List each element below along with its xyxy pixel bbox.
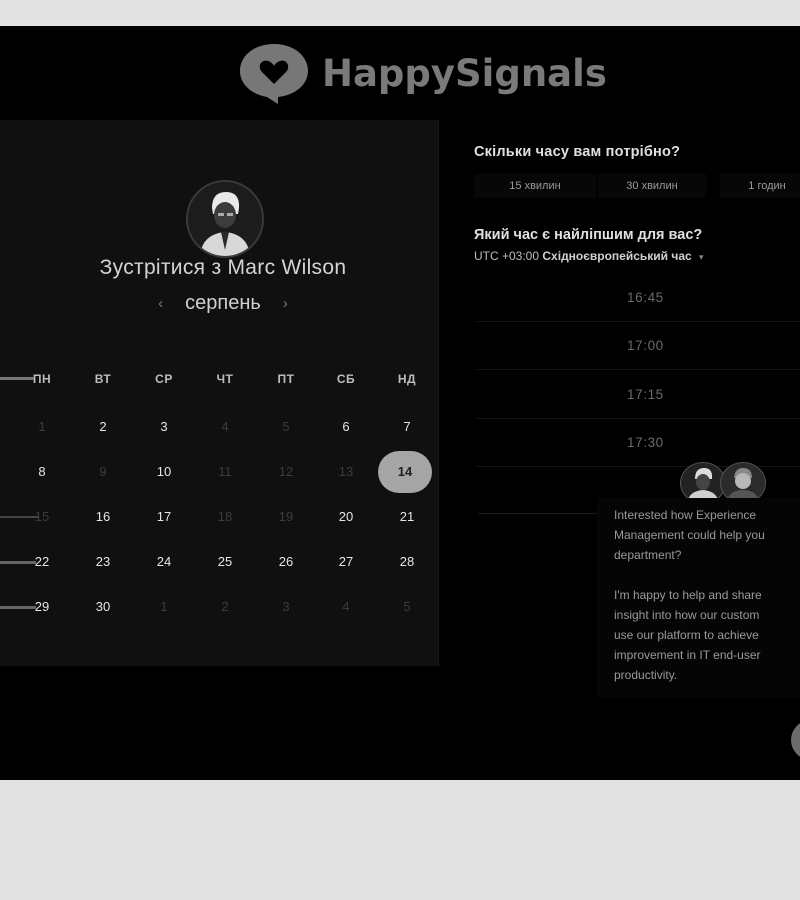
calendar-day: 5 [282, 419, 290, 434]
chat-agents [680, 462, 766, 504]
brand-logo: HappySignals [234, 40, 607, 106]
calendar-day: 13 [338, 464, 354, 479]
calendar-day[interactable]: 30 [75, 587, 131, 627]
time-slot[interactable]: 16:45 [476, 274, 800, 322]
calendar-day[interactable]: 8 [14, 452, 70, 492]
divider [478, 513, 598, 514]
month-navigator: ‹ серпень › [0, 292, 446, 315]
time-slot[interactable]: 17:00 [476, 322, 800, 370]
calendar-day[interactable]: 27 [318, 542, 374, 582]
calendar-day[interactable]: 6 [318, 407, 374, 447]
caret-down-icon: ▾ [699, 252, 704, 262]
calendar-day: 5 [403, 599, 411, 614]
calendar-day[interactable]: 24 [136, 542, 192, 582]
time-slot[interactable]: 17:30 [476, 419, 800, 467]
header-underline [0, 377, 34, 380]
calendar-day[interactable]: 21 [379, 497, 435, 537]
duration-60-option[interactable]: 1 годин [720, 174, 800, 198]
booking-panel: Зустрітися з Marc Wilson ‹ серпень › ПН … [0, 120, 439, 666]
calendar-day: 4 [221, 419, 229, 434]
person-avatar-icon [188, 182, 262, 256]
weekday-sun: НД [397, 372, 417, 386]
chat-launcher-button[interactable] [791, 720, 800, 760]
weekday-tue: ВТ [94, 372, 112, 386]
chevron-left-icon[interactable]: ‹ [154, 295, 167, 312]
calendar-day: 4 [342, 599, 350, 614]
duration-30-option[interactable]: 30 хвилин [598, 174, 706, 198]
duration-question: Скільки часу вам потрібно? [474, 144, 681, 160]
calendar-day: 19 [278, 509, 294, 524]
app-window: HappySignals Зустрітися з Marc Wilson ‹ … [0, 26, 800, 780]
calendar-day: 12 [278, 464, 294, 479]
weekday-sat: СБ [336, 372, 356, 386]
weekday-fri: ПТ [277, 372, 295, 386]
timezone-offset: UTC +03:00 [474, 249, 540, 263]
duration-options: 15 хвилин 30 хвилин 1 годин [474, 174, 800, 200]
calendar-day: 11 [218, 464, 232, 479]
calendar-day[interactable]: 20 [318, 497, 374, 537]
calendar-day: 3 [282, 599, 290, 614]
heart-speech-bubble-icon [240, 44, 308, 104]
weekday-thu: ЧТ [216, 372, 234, 386]
brand-name: HappySignals [322, 51, 607, 95]
calendar-day[interactable]: 2 [75, 407, 131, 447]
calendar-day: 1 [38, 419, 46, 434]
calendar-day[interactable]: 17 [136, 497, 192, 537]
time-slot[interactable]: 17:15 [476, 371, 800, 419]
calendar-day: 9 [99, 464, 107, 479]
calendar-day[interactable]: 25 [197, 542, 253, 582]
person-avatar-icon [721, 463, 765, 503]
weekday-wed: СР [155, 372, 173, 386]
chevron-right-icon[interactable]: › [279, 295, 292, 312]
calendar-day[interactable]: 10 [136, 452, 192, 492]
chat-message-card: Interested how Experience Management cou… [597, 498, 800, 698]
timezone-select[interactable]: UTC +03:00 Східноєвропейський час ▾ [474, 249, 704, 263]
timezone-name: Східноєвропейський час [542, 249, 692, 263]
chat-message-body: I'm happy to help and share insight into… [614, 588, 762, 682]
calendar-day[interactable]: 29 [14, 587, 70, 627]
calendar-day[interactable]: 23 [75, 542, 131, 582]
calendar-day[interactable]: 16 [75, 497, 131, 537]
person-avatar-icon [681, 463, 725, 503]
duration-15-option[interactable]: 15 хвилин [474, 174, 596, 198]
avatar [186, 180, 264, 258]
time-question: Який час є найліпшим для вас? [474, 227, 703, 243]
calendar-day: 18 [217, 509, 233, 524]
calendar-day: 2 [221, 599, 229, 614]
calendar-day[interactable]: 7 [379, 407, 435, 447]
selected-day[interactable]: 14 [378, 451, 432, 493]
chat-message-intro: Interested how Experience Management cou… [614, 508, 765, 562]
calendar-day[interactable]: 28 [379, 542, 435, 582]
calendar-day: 15 [34, 509, 50, 524]
calendar-day: 1 [160, 599, 168, 614]
meeting-title: Зустрітися з Marc Wilson [99, 256, 347, 279]
calendar-day[interactable]: 22 [14, 542, 70, 582]
month-label: серпень [185, 292, 261, 314]
calendar-day[interactable]: 26 [258, 542, 314, 582]
calendar-day[interactable]: 3 [136, 407, 192, 447]
